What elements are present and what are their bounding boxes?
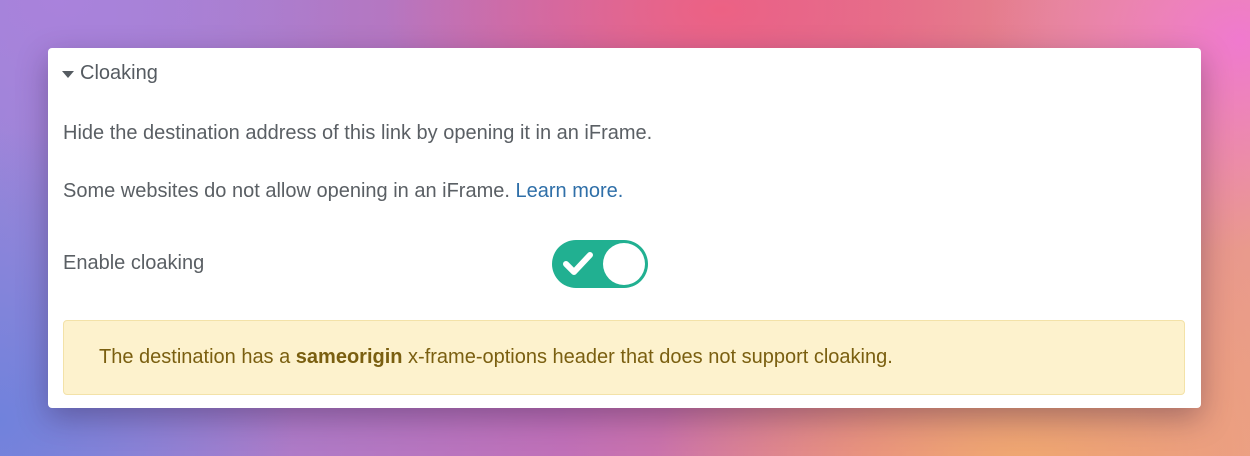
description-line-1: Hide the destination address of this lin…: [63, 122, 653, 144]
enable-cloaking-label: Enable cloaking: [63, 252, 205, 274]
enable-cloaking-toggle[interactable]: [552, 240, 648, 288]
caret-down-icon: [62, 71, 74, 78]
section-title: Cloaking: [80, 62, 158, 84]
learn-more-link[interactable]: Learn more.: [515, 180, 623, 202]
cloaking-panel: Cloaking Hide the destination address of…: [48, 48, 1201, 408]
check-icon: [563, 252, 593, 275]
description-line-2: Some websites do not allow opening in an…: [63, 180, 623, 203]
warning-alert: The destination has a sameorigin x-frame…: [63, 320, 1185, 395]
cloaking-section-toggle[interactable]: Cloaking: [62, 62, 158, 85]
alert-text-prefix: The destination has a: [99, 346, 296, 368]
toggle-knob: [603, 243, 645, 285]
description-line-2-text: Some websites do not allow opening in an…: [63, 180, 516, 202]
alert-text-suffix: x-frame-options header that does not sup…: [402, 346, 893, 368]
alert-text-bold: sameorigin: [295, 346, 403, 368]
